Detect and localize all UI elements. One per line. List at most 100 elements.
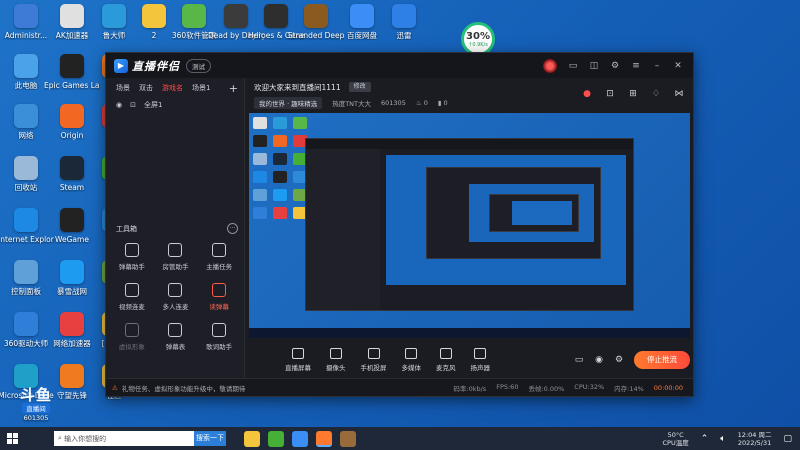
warning-icon: ⚠ xyxy=(112,383,118,392)
watermark-tag: 直播间 xyxy=(22,403,50,413)
desktop-icon[interactable]: Epic Games Launcher xyxy=(44,54,100,100)
screen-icon[interactable]: ◫ xyxy=(589,61,599,71)
desktop-icon[interactable]: WeGame xyxy=(48,208,96,254)
toolbox-title: 工具箱 xyxy=(116,224,137,233)
desktop-icon[interactable]: 回收站 xyxy=(2,156,50,202)
desktop-icon[interactable]: 百度网盘 xyxy=(338,4,386,50)
phone-cast-button[interactable]: 手机投屏 xyxy=(361,348,387,372)
desktop-icon[interactable]: Stranded Deep xyxy=(288,4,344,50)
edit-title-button[interactable]: 修改 xyxy=(348,82,371,92)
preview-icon xyxy=(253,207,267,219)
gear-icon[interactable]: ⚙ xyxy=(614,355,624,365)
screen-capture-button[interactable]: 直播屏幕 xyxy=(285,348,311,372)
desktop-icon[interactable]: Administr... xyxy=(2,4,50,50)
desktop-icon[interactable]: AK加速器 xyxy=(48,4,96,50)
message-icon[interactable]: ▭ xyxy=(568,61,578,71)
add-scene-icon[interactable]: + xyxy=(229,82,238,95)
app-icon xyxy=(304,4,328,28)
video-icon xyxy=(124,283,139,297)
close-icon[interactable]: ✕ xyxy=(673,61,683,71)
desktop-icon[interactable]: 网络加速器 xyxy=(48,312,96,358)
desktop-icon[interactable]: Origin xyxy=(48,104,96,150)
speaker-icon[interactable]: 🔈︎ xyxy=(720,434,725,444)
more-icon[interactable]: ··· xyxy=(227,223,238,234)
app-icon xyxy=(60,208,84,232)
cpu-temperature[interactable]: 50°C CPU温度 xyxy=(663,431,689,447)
tool-item[interactable]: 弹幕助手 xyxy=(110,243,154,271)
multimedia-button[interactable]: 多媒体 xyxy=(402,348,421,372)
source-item[interactable]: ◉ ⊡ 全屏1 xyxy=(106,98,244,112)
record-video-icon[interactable]: ▭ xyxy=(574,355,584,365)
clock[interactable]: 12:04 周二 2022/5/31 xyxy=(738,431,772,447)
taskbar-app-icon[interactable] xyxy=(316,430,332,447)
tool-item[interactable]: 虚拟形象 xyxy=(110,323,154,351)
bell-icon[interactable]: ♢ xyxy=(651,89,661,99)
layout-icon[interactable]: ⊞ xyxy=(628,89,638,99)
eye-icon[interactable]: ◉ xyxy=(594,355,604,365)
lock-icon[interactable]: ⊡ xyxy=(605,89,615,99)
stream-preview[interactable] xyxy=(249,113,690,338)
minimize-icon[interactable]: – xyxy=(652,61,662,71)
scene-panel: 场景 双击 游戏名 场景1 + ◉ ⊡ 全屏1 工具箱 ··· 弹幕助手 房管助手… xyxy=(106,78,245,380)
lock-icon[interactable]: ⊡ xyxy=(130,101,136,109)
desktop-icon[interactable]: 360驱动大师 xyxy=(2,312,50,358)
camera-button[interactable]: 摄像头 xyxy=(326,348,346,372)
app-icon xyxy=(60,104,84,128)
menu-icon[interactable]: ≡ xyxy=(631,61,641,71)
record-icon[interactable]: ● xyxy=(582,89,592,99)
start-button[interactable] xyxy=(0,427,24,450)
desktop-icon[interactable]: Steam xyxy=(48,156,96,202)
eye-icon[interactable]: ◉ xyxy=(116,101,122,109)
tool-item[interactable]: 视频连麦 xyxy=(110,283,154,311)
taskbar-app-icon[interactable] xyxy=(244,430,260,447)
microphone-button[interactable]: 麦克风 xyxy=(436,348,456,372)
desktop-icon[interactable]: 360软件管家 xyxy=(170,4,218,50)
desktop-icon[interactable]: 此电脑 xyxy=(2,54,50,100)
desktop-icon[interactable]: Internet Explorer xyxy=(0,208,54,254)
control-label: 直播屏幕 xyxy=(285,364,311,372)
category-chip[interactable]: 我的世界 · 趣味精选 xyxy=(254,97,323,109)
settings-icon[interactable]: ⚙ xyxy=(610,61,620,71)
preview-desktop-icons xyxy=(253,117,307,219)
tool-item[interactable]: 读弹幕 xyxy=(197,283,241,311)
desktop-icon[interactable]: 暴雪战网 xyxy=(48,260,96,306)
status-bar: ⚠ 礼物任务、虚拟形象功能升级中，敬请期待 码率:0kb/s FPS:60 丢帧… xyxy=(106,378,693,396)
desktop-icon[interactable]: 网络 xyxy=(2,104,50,150)
scene-tab-active[interactable]: 游戏名 xyxy=(162,83,183,93)
scene-tab[interactable]: 场景 xyxy=(116,83,130,93)
user-avatar[interactable] xyxy=(543,58,557,73)
scene-tab[interactable]: 双击 xyxy=(139,83,153,93)
tool-label: 读弹幕 xyxy=(209,303,229,311)
monitor-icon xyxy=(292,348,304,359)
tool-item[interactable]: 歌词助手 xyxy=(197,323,241,351)
media-icon xyxy=(405,348,418,359)
speaker-button[interactable]: 扬声器 xyxy=(471,348,490,372)
source-label: 全屏1 xyxy=(143,101,163,109)
share-icon[interactable]: ⋈ xyxy=(674,89,684,99)
desktop-icon[interactable]: 控制面板 xyxy=(2,260,50,306)
tool-item[interactable]: 房管助手 xyxy=(154,243,198,271)
desktop-icon[interactable]: 迅雷 xyxy=(380,4,428,50)
app-icon xyxy=(60,260,84,284)
tool-item[interactable]: 主播任务 xyxy=(197,243,241,271)
taskbar-app-icon[interactable] xyxy=(340,430,356,447)
search-placeholder: 输入你想搜的 xyxy=(64,434,107,443)
notification-icon[interactable]: ▢ xyxy=(783,434,792,444)
taskbar-search-input[interactable]: ⌕ 输入你想搜的 xyxy=(54,431,194,446)
taskbar-app-icon[interactable] xyxy=(268,430,284,447)
speaker-icon xyxy=(474,348,487,359)
stop-stream-button[interactable]: 停止推流 xyxy=(634,351,690,369)
tool-item[interactable]: 弹幕表 xyxy=(154,323,198,351)
tool-label: 弹幕助手 xyxy=(118,263,145,271)
chevron-up-icon[interactable]: ⌃ xyxy=(701,434,709,444)
network-speed-widget[interactable]: 30% ↑0.9K/s xyxy=(461,22,495,56)
app-icon xyxy=(142,4,166,28)
preview-icon xyxy=(273,171,287,183)
version-badge[interactable]: 测试 xyxy=(186,58,211,73)
app-icon xyxy=(102,4,126,28)
search-button[interactable]: 搜索一下 xyxy=(194,431,226,446)
scene-tab[interactable]: 场景1 xyxy=(192,83,210,93)
tool-item[interactable]: 多人连麦 xyxy=(154,283,198,311)
taskbar-app-icon[interactable] xyxy=(292,430,308,447)
windows-taskbar: ⌕ 输入你想搜的 搜索一下 50°C CPU温度 ⌃ 🔈︎ 12:04 周二 2… xyxy=(0,427,800,450)
